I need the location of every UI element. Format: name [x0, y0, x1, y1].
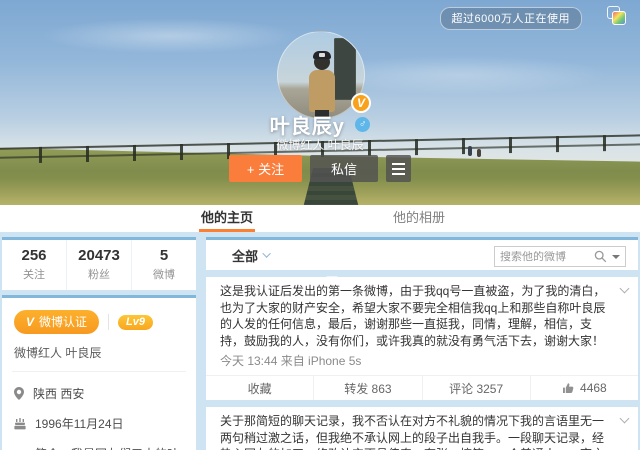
tab-album[interactable]: 他的相册 [393, 205, 445, 232]
info-location: 陕西 西安 [14, 385, 184, 402]
verified-description: 微博红人 叶良辰 [14, 346, 102, 360]
post-text: 这是我认证后发出的第一条微博，由于我qq号一直被盗，为了我的清白，也为了大家的财… [220, 284, 606, 348]
hamburger-icon [392, 162, 405, 175]
post-card: 这是我认证后发出的第一条微博，由于我qq号一直被盗，为了我的清白，也为了大家的财… [206, 277, 638, 400]
like-button[interactable]: 4468 [529, 376, 638, 400]
search-icon[interactable] [594, 250, 607, 263]
sidebar: 256 关注 20473 粉丝 5 微博 V 微博认证 Lv9 微博红人 叶良辰… [2, 237, 196, 450]
like-count: 4468 [580, 381, 607, 395]
post-action-bar: 收藏 转发 863 评论 3257 4468 [206, 375, 638, 400]
usage-count-badge[interactable]: 超过6000万人正在使用 [439, 7, 582, 30]
avatar[interactable]: V [277, 31, 371, 119]
stat-posts[interactable]: 5 微博 [131, 240, 196, 290]
weibo-profile-page: 超过6000万人正在使用 V 叶良辰y ♂ 微博红人 叶良辰 + 关注 私信 他… [0, 0, 640, 450]
profile-name: 叶良辰y [269, 116, 345, 138]
private-message-button[interactable]: 私信 [310, 155, 378, 182]
divider [108, 314, 110, 330]
post-text: 关于那简短的聊天记录，我不否认在对方不礼貌的情况下我的言语里无一两句稍过激之话，… [220, 414, 605, 450]
content-area: 256 关注 20473 粉丝 5 微博 V 微博认证 Lv9 微博红人 叶良辰… [0, 232, 640, 450]
chevron-down-icon [262, 249, 271, 258]
feed-filter-bar: 全部 [206, 237, 638, 282]
favorite-button[interactable]: 收藏 [206, 376, 313, 400]
apps-grid-icon[interactable] [607, 6, 626, 25]
profile-info-card: V 微博认证 Lv9 微博红人 叶良辰 陕西 西安 1996年11月24日 [2, 295, 196, 450]
search-box [494, 246, 626, 267]
info-intro: 简介：我是网友们口中的叶良辰...... [14, 445, 184, 450]
profile-name-row: 叶良辰y ♂ [0, 110, 640, 139]
verified-badge[interactable]: V 微博认证 [14, 310, 100, 334]
more-menu-button[interactable] [386, 155, 411, 182]
stats-card: 256 关注 20473 粉丝 5 微博 [2, 237, 196, 290]
post-timestamp[interactable]: 今天 13:44 来自 iPhone 5s [220, 352, 624, 369]
comment-button[interactable]: 评论 3257 [421, 376, 530, 400]
filter-all-dropdown[interactable]: 全部 [232, 246, 271, 265]
follow-button[interactable]: + 关注 [229, 155, 302, 182]
tab-home[interactable]: 他的主页 [198, 205, 256, 232]
thumbs-up-icon [563, 382, 574, 393]
info-birthday: 1996年11月24日 [14, 415, 184, 432]
male-icon: ♂ [355, 117, 371, 132]
search-options-arrow-icon[interactable] [612, 254, 620, 259]
profile-tabbar: 他的主页 他的相册 [0, 205, 640, 232]
divider [12, 371, 186, 372]
cloud-decoration [40, 18, 300, 54]
feed-column: 全部 这是我认证后发出的第一条微博，由于我qq号一直被盗，为了我的清白，也为了大… [206, 237, 638, 450]
cover-photo: 超过6000万人正在使用 V 叶良辰y ♂ 微博红人 叶良辰 + 关注 私信 [0, 0, 640, 205]
stat-following[interactable]: 256 关注 [2, 240, 66, 290]
repost-button[interactable]: 转发 863 [313, 376, 421, 400]
birthday-cake-icon [14, 417, 26, 429]
location-pin-icon [14, 387, 24, 400]
profile-actions: + 关注 私信 [0, 155, 640, 182]
level-badge[interactable]: Lv9 [118, 314, 153, 330]
profile-subtitle: 微博红人 叶良辰 [276, 138, 364, 152]
stat-followers[interactable]: 20473 粉丝 [66, 240, 131, 290]
search-input[interactable] [500, 250, 594, 263]
post-card: 关于那简短的聊天记录，我不否认在对方不礼貌的情况下我的言语里无一两句稍过激之话，… [206, 407, 638, 450]
verified-v-icon: V [26, 314, 35, 329]
